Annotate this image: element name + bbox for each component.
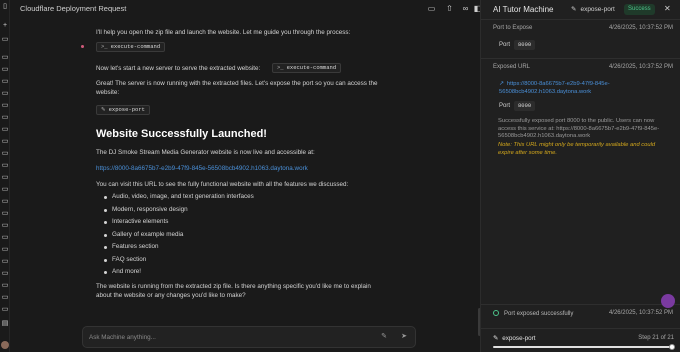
chat-icon[interactable]: ▭: [1, 114, 9, 122]
paperclip-icon[interactable]: ✎: [379, 332, 389, 342]
conversation-title: Cloudflare Deployment Request: [20, 4, 127, 13]
slider-handle[interactable]: [669, 344, 675, 350]
tool-chip-execute-command[interactable]: >_ execute-command: [272, 63, 342, 73]
chat-icon[interactable]: ▭: [1, 282, 9, 290]
intro-text: I'll help you open the zip file and laun…: [96, 29, 351, 36]
list-item: And more!: [104, 266, 384, 279]
expiry-note: Note: This URL might only be temporarily…: [498, 142, 656, 156]
chat-icon[interactable]: ▭: [1, 246, 9, 254]
success-heading: Website Successfully Launched!: [96, 128, 267, 140]
chat-icon[interactable]: ▭: [1, 270, 9, 278]
port-section-time: 4/26/2025, 10:37:52 PM: [608, 25, 673, 31]
send-icon[interactable]: ➤: [399, 332, 409, 342]
port-label: Port: [499, 42, 511, 48]
website-url-link[interactable]: https://8000-8a6675b7-e2b9-47f9-845e-565…: [96, 164, 386, 173]
expose-description: Successfully exposed port 8000 to the pu…: [498, 118, 660, 139]
list-item: Audio, video, image, and text generation…: [104, 191, 384, 204]
chat-icon[interactable]: ▭: [1, 222, 9, 230]
chat-area: I'll help you open the zip file and laun…: [10, 18, 481, 352]
wrench-icon: ✎: [101, 106, 106, 113]
list-item: FAQ section: [104, 254, 384, 267]
step-slider[interactable]: [493, 344, 675, 350]
tool-panel: AI Tutor Machine ✎ expose-port Success ✕ …: [480, 0, 680, 352]
left-rail: ▯ + ▭ ▭ ▭ ▭ ▭ ▭ ▭ ▭ ▭ ▭ ▭ ▭ ▭ ▭ ▭ ▭ ▭ ▭ …: [0, 0, 10, 352]
tool-chip-expose-port[interactable]: ✎ expose-port: [96, 105, 150, 115]
list-item: Features section: [104, 241, 384, 254]
message-input-box: ✎ ➤: [82, 326, 416, 348]
footer-status: Port exposed successfully: [493, 310, 573, 317]
chat-icon[interactable]: ▭: [1, 294, 9, 302]
chat-icon[interactable]: ▭: [1, 102, 9, 110]
step-tool-name: ✎ expose-port: [493, 335, 536, 342]
list-item: Gallery of example media: [104, 229, 384, 242]
sidebar-toggle-icon[interactable]: ▯: [1, 3, 9, 11]
list-item: Modern, responsive design: [104, 204, 384, 217]
plus-icon[interactable]: +: [1, 22, 9, 30]
divider: [481, 58, 680, 59]
divider: [481, 19, 680, 20]
message-marker: [81, 45, 84, 48]
chat-icon[interactable]: ▭: [1, 90, 9, 98]
port-value: 8000: [514, 101, 536, 111]
tool-chip-execute-command[interactable]: >_ execute-command: [96, 42, 166, 52]
assistant-bubble-icon[interactable]: [661, 294, 675, 308]
panel-tool-name: ✎ expose-port: [571, 6, 615, 13]
chat-icon[interactable]: ▭: [1, 210, 9, 218]
list-item: Interactive elements: [104, 216, 384, 229]
message-input[interactable]: [89, 331, 369, 344]
visit-text: You can visit this URL to see the fully …: [96, 181, 349, 188]
chat-icon[interactable]: ▭: [1, 126, 9, 134]
chat-icon[interactable]: ▭: [1, 306, 9, 314]
live-text: The DJ Smoke Stream Media Generator webs…: [96, 149, 315, 156]
port-section-title: Port to Expose: [493, 25, 533, 31]
footer-time: 4/26/2025, 10:37:52 PM: [608, 310, 673, 316]
exposed-url-link[interactable]: ↗ https://8000-8a6675b7-e2b9-47f9-845e-56…: [499, 80, 669, 96]
folder-icon[interactable]: ▭: [426, 3, 437, 14]
feature-list: Audio, video, image, and text generation…: [104, 191, 384, 279]
chat-icon[interactable]: ▭: [1, 186, 9, 194]
check-circle-icon: [493, 310, 499, 316]
terminal-icon: >_: [101, 43, 108, 50]
status-badge: Success: [624, 4, 655, 15]
chat-icon[interactable]: ▭: [1, 36, 9, 44]
chat-icon[interactable]: ▭: [1, 258, 9, 266]
step-navigator: ✎ expose-port Step 21 of 21: [481, 328, 680, 352]
great-text: Great! The server is now running with th…: [96, 80, 378, 96]
external-link-icon: ↗: [499, 81, 504, 87]
close-icon[interactable]: ✕: [664, 4, 671, 13]
chat-icon[interactable]: ▭: [1, 198, 9, 206]
avatar[interactable]: [1, 341, 9, 349]
chat-icon[interactable]: ▭: [1, 66, 9, 74]
wrench-icon: ✎: [571, 6, 577, 13]
top-bar: Cloudflare Deployment Request ▭ ⇧ ∞ ◧: [10, 0, 481, 18]
panel-title: AI Tutor Machine: [493, 5, 554, 14]
url-section-title: Exposed URL: [493, 64, 531, 70]
url-section-time: 4/26/2025, 10:37:52 PM: [608, 64, 673, 70]
wrench-icon: ✎: [493, 335, 499, 342]
server-text: Now let's start a new server to serve th…: [96, 65, 261, 72]
chat-icon[interactable]: ▭: [1, 234, 9, 242]
link-icon[interactable]: ∞: [460, 3, 471, 14]
port-value: 8000: [514, 40, 536, 50]
terminal-icon: >_: [277, 64, 284, 71]
chat-icon[interactable]: ▭: [1, 174, 9, 182]
chat-icon[interactable]: ▭: [1, 78, 9, 86]
share-icon[interactable]: ⇧: [444, 3, 455, 14]
closing-text: The website is running from the extracte…: [96, 283, 371, 299]
step-counter: Step 21 of 21: [638, 335, 674, 341]
divider: [481, 304, 680, 305]
port-label: Port: [499, 103, 511, 109]
chat-icon[interactable]: ▭: [1, 162, 9, 170]
chat-icon[interactable]: ▭: [1, 54, 9, 62]
chat-icon[interactable]: ▭: [1, 138, 9, 146]
chat-icon[interactable]: ▭: [1, 150, 9, 158]
library-icon[interactable]: ▤: [1, 320, 9, 328]
